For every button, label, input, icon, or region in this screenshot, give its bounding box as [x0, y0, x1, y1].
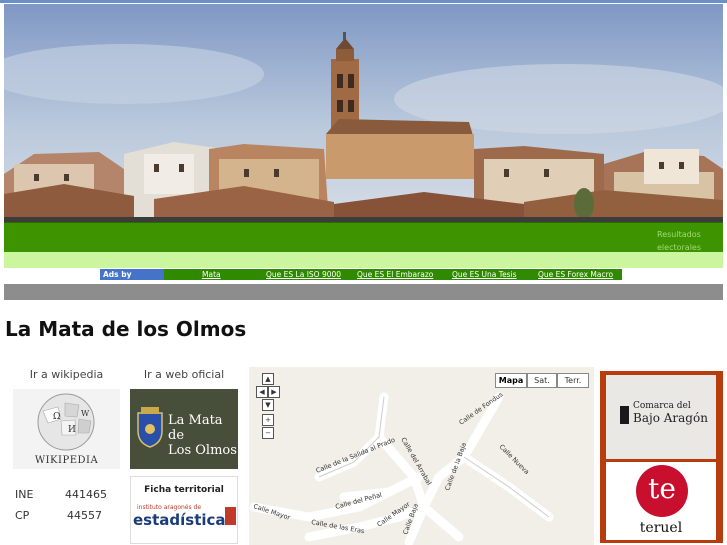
ad-link-mata[interactable]: Mata: [202, 269, 221, 280]
teruel-link[interactable]: te teruel: [606, 462, 716, 540]
ads-bar: Ads by Google Mata Que ES La ISO 9000 Qu…: [100, 269, 622, 290]
header-banner-photo: [4, 4, 723, 222]
wikipedia-wordmark: WIKIPEDIA: [34, 455, 99, 466]
map-pan-right-button[interactable]: ▶: [268, 386, 280, 398]
teruel-logo-mark: te: [636, 465, 688, 517]
svg-text:Ω: Ω: [53, 412, 60, 422]
street-label-nueva: Calle Nueva: [498, 443, 531, 476]
svg-text:W: W: [81, 409, 90, 418]
svg-text:И: И: [68, 425, 76, 435]
green-nav-bar: Resultados electorales: [4, 222, 723, 253]
map-type-satellite-button[interactable]: Sat.: [527, 373, 557, 388]
stat-brand: estadística: [133, 511, 226, 529]
ad-link-forex-macro[interactable]: Que ES Forex Macro: [538, 269, 613, 280]
stat-title: Ficha territorial: [144, 485, 224, 495]
map-zoom-in-button[interactable]: +: [262, 414, 274, 426]
street-label-salida-prado: Calle de la Salida al Prado: [315, 436, 396, 475]
election-results-link[interactable]: Resultados electorales: [657, 228, 709, 254]
comarca-line1: Comarca del: [633, 401, 691, 411]
map-pan-down-button[interactable]: ▼: [262, 399, 274, 411]
map-pan-left-button[interactable]: ◀: [256, 386, 268, 398]
official-logo-text-line1: La Mata de: [168, 413, 223, 443]
sidebar-logos-panel: Comarca del Bajo Aragón te teruel: [600, 371, 723, 543]
ad-link-embarazo[interactable]: Que ES El Embarazo: [357, 269, 433, 280]
comarca-logo-icon: [620, 406, 629, 424]
page-title: La Mata de los Olmos: [5, 317, 247, 341]
comarca-bajo-aragon-link[interactable]: Comarca del Bajo Aragón: [606, 375, 716, 459]
ad-link-tesis[interactable]: Que ES Una Tesis: [452, 269, 517, 280]
official-site-caption: Ir a web oficial: [143, 368, 225, 381]
coat-of-arms-icon: [137, 407, 163, 448]
ine-value: 441465: [65, 488, 107, 501]
cp-label: CP: [15, 509, 30, 522]
official-logo-text-line2: Los Olmos: [168, 443, 237, 458]
map-zoom-out-button[interactable]: −: [262, 427, 274, 439]
map-type-map-button[interactable]: Mapa: [495, 373, 527, 388]
comarca-line2: Bajo Aragón: [633, 411, 708, 425]
wikipedia-caption: Ir a wikipedia: [29, 368, 104, 381]
ad-link-iso-9000[interactable]: Que ES La ISO 9000: [266, 269, 341, 280]
map-type-terrain-button[interactable]: Terr.: [557, 373, 589, 388]
official-website-link[interactable]: La Mata de Los Olmos: [130, 389, 238, 469]
top-rule: [0, 0, 727, 3]
google-map[interactable]: Calle de la Salida al Prado Calle del Ar…: [249, 367, 594, 545]
stat-subtitle: instituto aragonés de: [137, 504, 202, 511]
map-streets: Calle de la Salida al Prado Calle del Ar…: [249, 390, 554, 545]
teruel-wordmark: teruel: [639, 520, 683, 536]
ads-by-google-label[interactable]: Ads by Google: [100, 269, 164, 290]
wikipedia-link[interactable]: Ω И W WIKIPEDIA: [13, 389, 120, 469]
light-green-bar: [4, 252, 723, 268]
gray-separator-bar: [4, 284, 723, 300]
ine-label: INE: [15, 488, 34, 501]
statistics-sheet-link[interactable]: Ficha territorial instituto aragonés de …: [130, 476, 238, 544]
map-pan-up-button[interactable]: ▲: [262, 373, 274, 385]
cp-value: 44557: [67, 509, 102, 522]
stat-logo-icon: [225, 507, 236, 525]
